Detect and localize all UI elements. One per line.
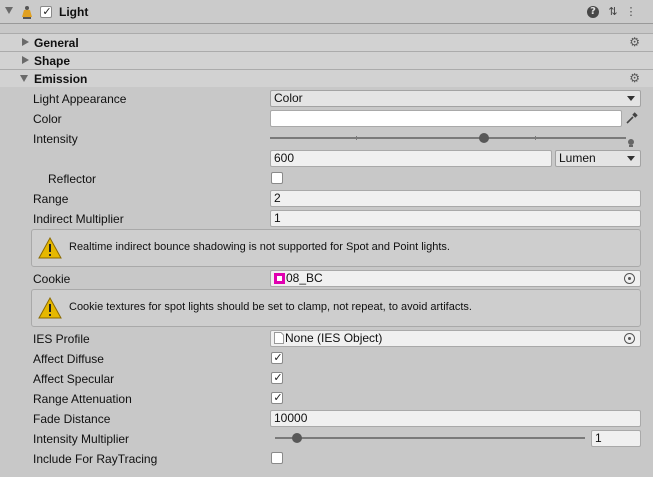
fade-distance-value: 10000	[274, 411, 308, 425]
intensity-multiplier-track[interactable]	[275, 437, 585, 439]
indirect-multiplier-field[interactable]: 1	[270, 210, 641, 227]
range-label: Range	[33, 192, 69, 206]
section-general-title: General	[34, 36, 79, 50]
section-emission[interactable]: Emission ⚙	[0, 69, 653, 87]
light-appearance-label: Light Appearance	[33, 92, 127, 106]
indirect-multiplier-value: 1	[274, 211, 281, 225]
dropdown-arrow-icon	[627, 156, 635, 161]
gear-icon[interactable]: ⚙	[629, 71, 640, 85]
object-picker-icon[interactable]	[624, 273, 635, 284]
intensity-slider-track[interactable]	[270, 137, 626, 139]
range-value: 2	[274, 191, 281, 205]
intensity-multiplier-label: Intensity Multiplier	[33, 432, 130, 446]
intensity-multiplier-value: 1	[595, 431, 602, 445]
check-icon: ✓	[273, 351, 283, 364]
section-shape[interactable]: Shape	[0, 51, 653, 69]
indirect-multiplier-label: Indirect Multiplier	[33, 212, 124, 226]
include-raytracing-checkbox[interactable]	[271, 452, 283, 464]
range-attenuation-checkbox[interactable]: ✓	[271, 391, 283, 404]
texture-icon	[274, 273, 285, 284]
presets-icon[interactable]: ⇅	[606, 5, 620, 19]
indirect-warning-text: Realtime indirect bounce shadowing is no…	[69, 241, 450, 253]
section-shape-title: Shape	[34, 54, 71, 68]
reflector-checkbox[interactable]	[271, 172, 283, 184]
intensity-unit-dropdown[interactable]: Lumen	[555, 150, 641, 167]
component-header[interactable]: ✓ Light ? ⇅ ⋮	[0, 0, 653, 24]
color-label: Color	[33, 112, 62, 126]
document-icon	[274, 332, 284, 344]
intensity-unit-value: Lumen	[559, 151, 596, 165]
intensity-multiplier-thumb[interactable]	[291, 433, 302, 443]
warning-icon	[38, 237, 62, 259]
intensity-value-field[interactable]: 600	[270, 150, 552, 167]
collapsed-arrow-icon[interactable]	[22, 56, 29, 64]
intensity-tick	[535, 136, 536, 140]
light-bulb-preview-icon	[628, 139, 634, 147]
affect-specular-label: Affect Specular	[33, 372, 115, 386]
ies-profile-value: None (IES Object)	[285, 331, 383, 345]
light-appearance-value: Color	[274, 91, 303, 105]
intensity-value: 600	[274, 151, 295, 165]
expanded-arrow-icon[interactable]	[20, 75, 28, 82]
intensity-label: Intensity	[33, 132, 78, 146]
warning-icon	[38, 297, 62, 319]
help-icon[interactable]: ?	[587, 6, 599, 18]
include-raytracing-label: Include For RayTracing	[33, 452, 158, 466]
object-picker-icon[interactable]	[624, 333, 635, 344]
dropdown-arrow-icon	[627, 96, 635, 101]
range-attenuation-label: Range Attenuation	[33, 392, 132, 406]
check-icon: ✓	[42, 5, 52, 18]
eyedropper-icon[interactable]	[625, 111, 639, 125]
cookie-warning-box: Cookie textures for spot lights should b…	[31, 289, 641, 327]
gear-icon[interactable]: ⚙	[629, 35, 640, 49]
reflector-label: Reflector	[48, 172, 97, 186]
intensity-slider-thumb[interactable]	[478, 133, 489, 143]
component-fold-icon[interactable]	[5, 7, 13, 14]
affect-specular-checkbox[interactable]: ✓	[271, 371, 283, 384]
section-emission-title: Emission	[34, 72, 88, 86]
ies-profile-label: IES Profile	[33, 332, 90, 346]
affect-diffuse-checkbox[interactable]: ✓	[271, 351, 283, 364]
section-general[interactable]: General ⚙	[0, 33, 653, 51]
color-swatch[interactable]	[270, 110, 622, 127]
cookie-value: 08_BC	[286, 271, 323, 285]
light-appearance-dropdown[interactable]: Color	[270, 90, 641, 107]
affect-diffuse-label: Affect Diffuse	[33, 352, 104, 366]
ies-profile-object-field[interactable]: None (IES Object)	[270, 330, 641, 347]
component-title: Light	[59, 5, 89, 19]
check-icon: ✓	[273, 391, 283, 404]
collapsed-arrow-icon[interactable]	[22, 38, 29, 46]
cookie-warning-text: Cookie textures for spot lights should b…	[69, 301, 472, 313]
intensity-multiplier-field[interactable]: 1	[591, 430, 641, 447]
cookie-label: Cookie	[33, 272, 71, 286]
range-field[interactable]: 2	[270, 190, 641, 207]
light-component-icon	[22, 6, 32, 19]
indirect-warning-box: Realtime indirect bounce shadowing is no…	[31, 229, 641, 267]
more-options-icon[interactable]: ⋮	[624, 5, 638, 19]
component-enabled-checkbox[interactable]: ✓	[40, 5, 52, 18]
intensity-tick	[356, 136, 357, 140]
fade-distance-label: Fade Distance	[33, 412, 111, 426]
light-inspector: ✓ Light ? ⇅ ⋮ General ⚙ Shape Emission ⚙…	[0, 0, 653, 477]
cookie-object-field[interactable]: 08_BC	[270, 270, 641, 287]
check-icon: ✓	[273, 371, 283, 384]
fade-distance-field[interactable]: 10000	[270, 410, 641, 427]
